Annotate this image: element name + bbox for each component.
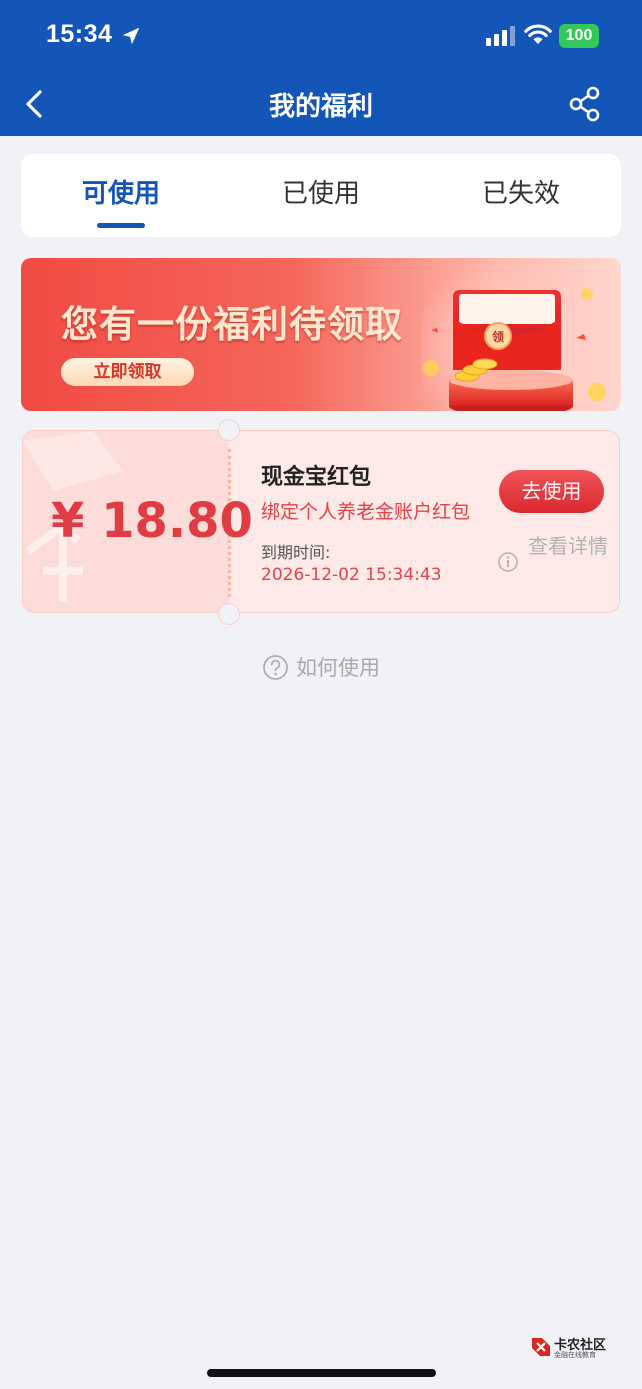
coupon-card: ¥ 18.80 现金宝红包 绑定个人养老金账户红包 到期时间: 2026-12-…	[22, 430, 620, 613]
use-coupon-button[interactable]: 去使用	[499, 470, 604, 513]
top-bar: 15:34 100 我的福利	[0, 0, 642, 136]
expiry-label: 到期时间:	[261, 543, 331, 562]
info-icon[interactable]	[497, 551, 519, 573]
coupon-title: 现金宝红包	[261, 465, 372, 490]
status-time: 15:34	[46, 20, 113, 48]
site-watermark: 卡农社区 金融在线教育	[530, 1334, 610, 1362]
tab-expired[interactable]: 已失效	[421, 154, 621, 237]
promo-banner[interactable]: 您有一份福利待领取 立即领取 领	[21, 258, 621, 411]
how-to-use-label: 如何使用	[296, 656, 380, 680]
location-arrow-icon	[122, 27, 140, 45]
question-circle-icon	[263, 655, 288, 680]
coupon-amount: ¥ 18.80	[51, 493, 253, 549]
site-logo-tagline: 金融在线教育	[554, 1351, 596, 1359]
page-title: 我的福利	[268, 92, 373, 122]
view-details-link[interactable]: 查看详情	[528, 531, 608, 561]
tab-used[interactable]: 已使用	[221, 154, 421, 237]
red-envelope-illustration: 领	[421, 258, 606, 411]
coupon-notch-bottom	[218, 603, 240, 625]
how-to-use-link[interactable]: 如何使用	[0, 652, 642, 682]
status-tabs: 可使用 已使用 已失效	[21, 154, 621, 237]
cellular-signal-icon	[486, 26, 515, 46]
share-icon[interactable]	[568, 86, 602, 122]
banner-title: 您有一份福利待领取	[61, 303, 403, 346]
home-indicator[interactable]	[207, 1369, 436, 1377]
claim-now-button[interactable]: 立即领取	[61, 358, 194, 386]
active-tab-indicator	[97, 223, 145, 228]
site-logo-icon	[532, 1338, 550, 1356]
expiry-date: 2026-12-02 15:34:43	[261, 565, 442, 585]
battery-indicator: 100	[559, 24, 599, 48]
coupon-description: 绑定个人养老金账户红包	[261, 501, 471, 523]
envelope-badge: 领	[492, 329, 504, 344]
coupon-notch-top	[218, 419, 240, 441]
wifi-icon	[524, 24, 552, 44]
